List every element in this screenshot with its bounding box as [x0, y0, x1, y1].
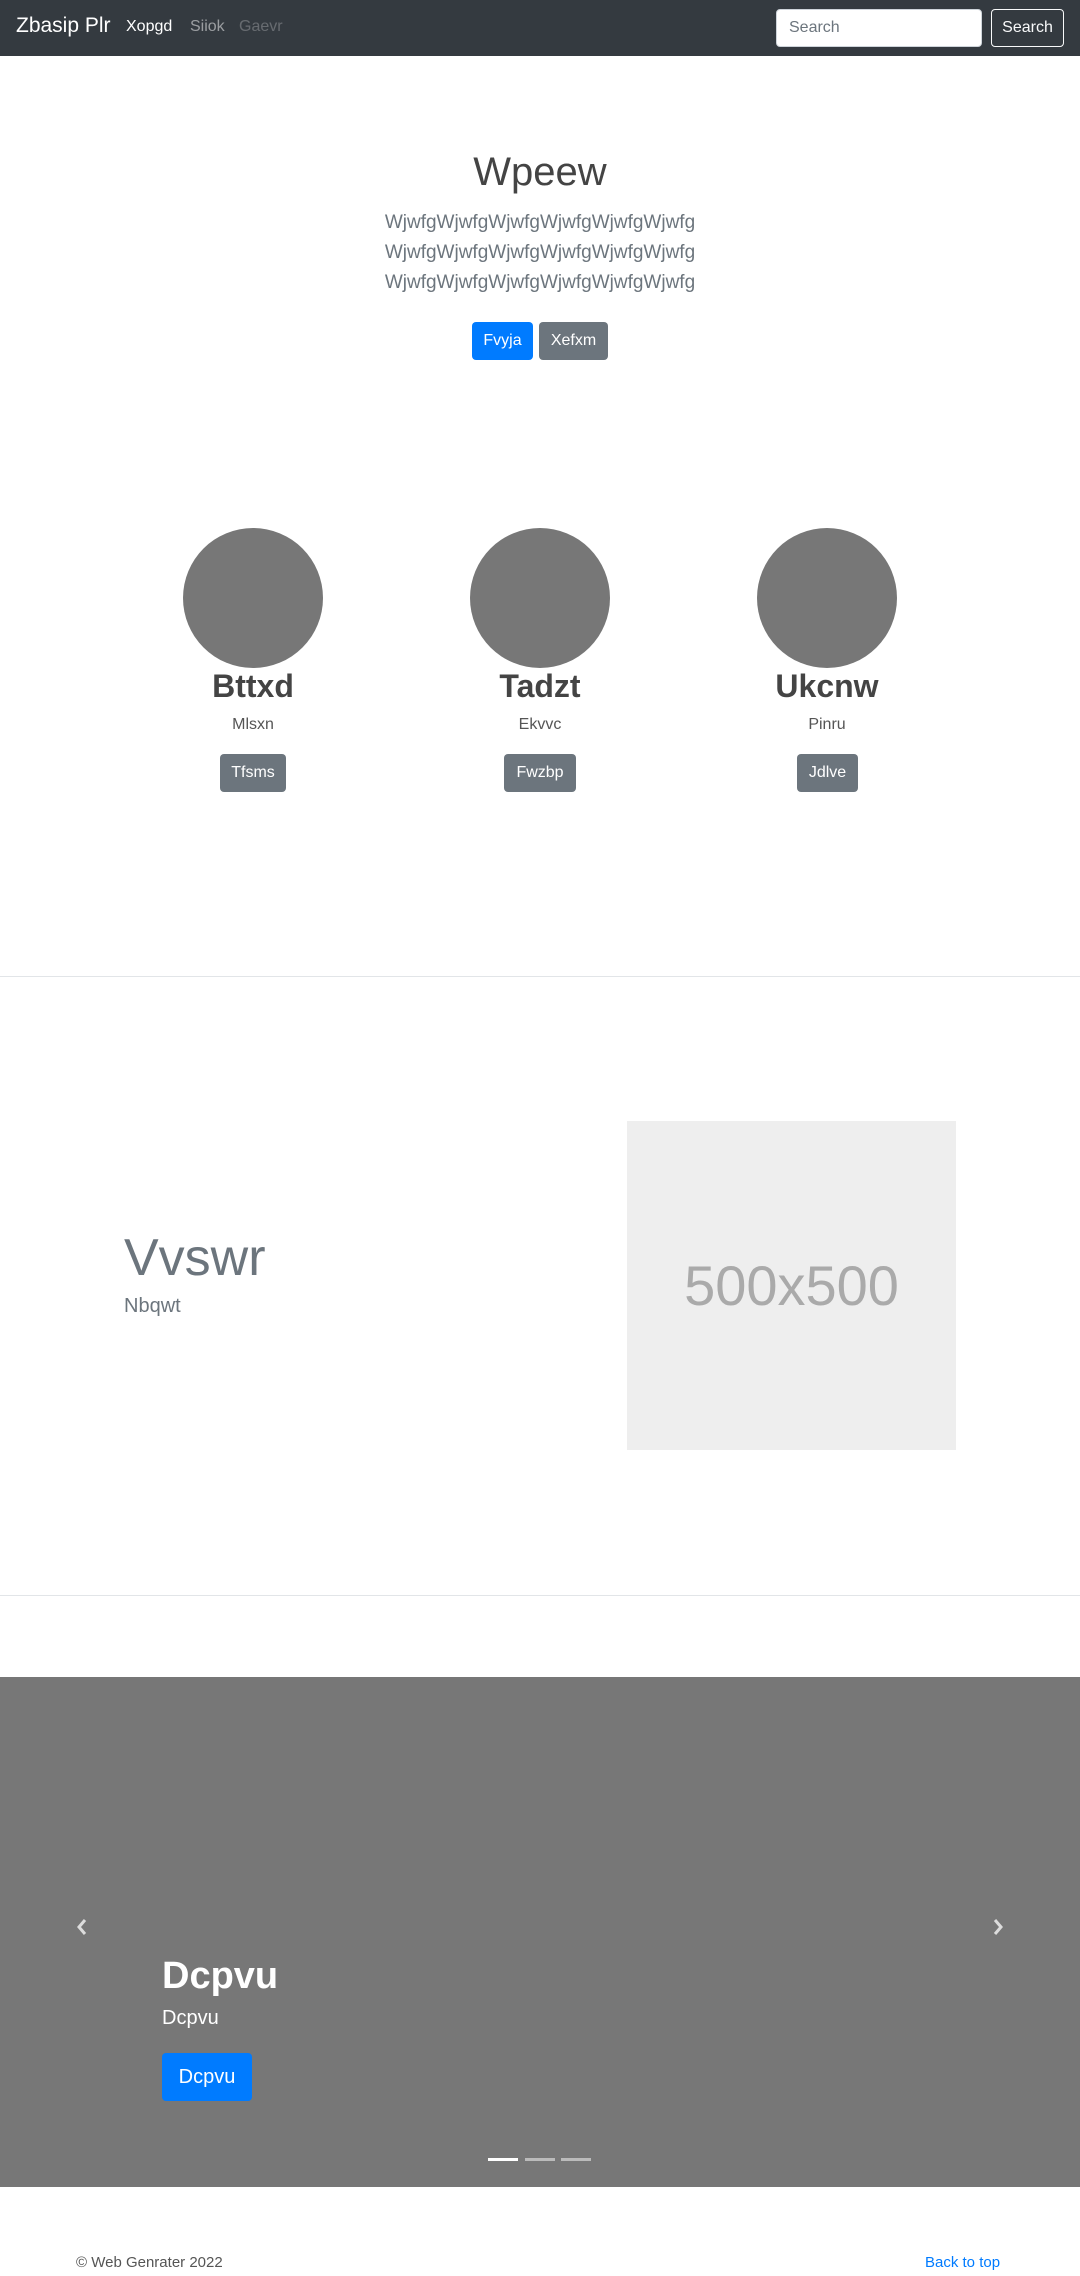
hero-title: Wpeew [473, 150, 607, 194]
search-button[interactable]: Search [991, 9, 1064, 47]
carousel-prev-button[interactable] [62, 1907, 102, 1947]
carousel-indicator[interactable] [525, 2158, 555, 2161]
carousel-indicator[interactable] [561, 2158, 591, 2161]
divider [0, 976, 1080, 977]
person-button[interactable]: Jdlve [797, 754, 858, 792]
hero-text-line: WjwfgWjwfgWjwfgWjwfgWjwfgWjwfg [384, 212, 696, 233]
hero-text-line: WjwfgWjwfgWjwfgWjwfgWjwfgWjwfg [384, 242, 696, 263]
avatar [757, 528, 897, 668]
hero-secondary-button[interactable]: Xefxm [539, 322, 608, 360]
person-role: Pinru [808, 716, 846, 733]
hero-primary-button[interactable]: Fvyja [472, 322, 533, 360]
search-input[interactable] [776, 9, 982, 47]
nav-link-xopgd[interactable]: Xopgd [126, 18, 172, 36]
footer-copyright: © Web Genrater 2022 [76, 2254, 223, 2271]
person-name: Bttxd [212, 668, 294, 704]
nav-link-gaevr: Gaevr [239, 18, 283, 35]
person-name: Tadzt [499, 668, 581, 704]
person-name: Ukcnw [775, 668, 879, 704]
placeholder-image: 500x500 [627, 1121, 956, 1450]
person-role: Mlsxn [232, 716, 274, 733]
nav-link-siiok[interactable]: Siiok [190, 18, 225, 36]
carousel-caption-button[interactable]: Dcpvu [162, 2053, 252, 2101]
carousel-indicator[interactable] [488, 2158, 518, 2161]
carousel: Dcpvu Dcpvu Dcpvu [0, 1677, 1080, 2187]
back-to-top-link[interactable]: Back to top [925, 2254, 1000, 2271]
avatar [183, 528, 323, 668]
person-button[interactable]: Tfsms [220, 754, 286, 792]
carousel-caption-text: Dcpvu [162, 2007, 219, 2029]
chevron-right-icon [993, 1919, 1003, 1935]
chevron-left-icon [77, 1919, 87, 1935]
featurette-heading: Vvswr [124, 1229, 266, 1287]
carousel-next-button[interactable] [978, 1907, 1018, 1947]
carousel-caption-title: Dcpvu [162, 1955, 279, 1997]
hero-text-line: WjwfgWjwfgWjwfgWjwfgWjwfgWjwfg [384, 272, 696, 293]
placeholder-image-label: 500x500 [684, 1254, 899, 1317]
avatar [470, 528, 610, 668]
person-role: Ekvvc [518, 716, 562, 733]
top-navbar: Zbasip Plr Xopgd Siiok Gaevr Search [0, 0, 1080, 56]
featurette-subheading: Nbqwt [124, 1295, 181, 1317]
divider [0, 1595, 1080, 1596]
navbar-brand[interactable]: Zbasip Plr [16, 14, 111, 38]
person-button[interactable]: Fwzbp [504, 754, 576, 792]
